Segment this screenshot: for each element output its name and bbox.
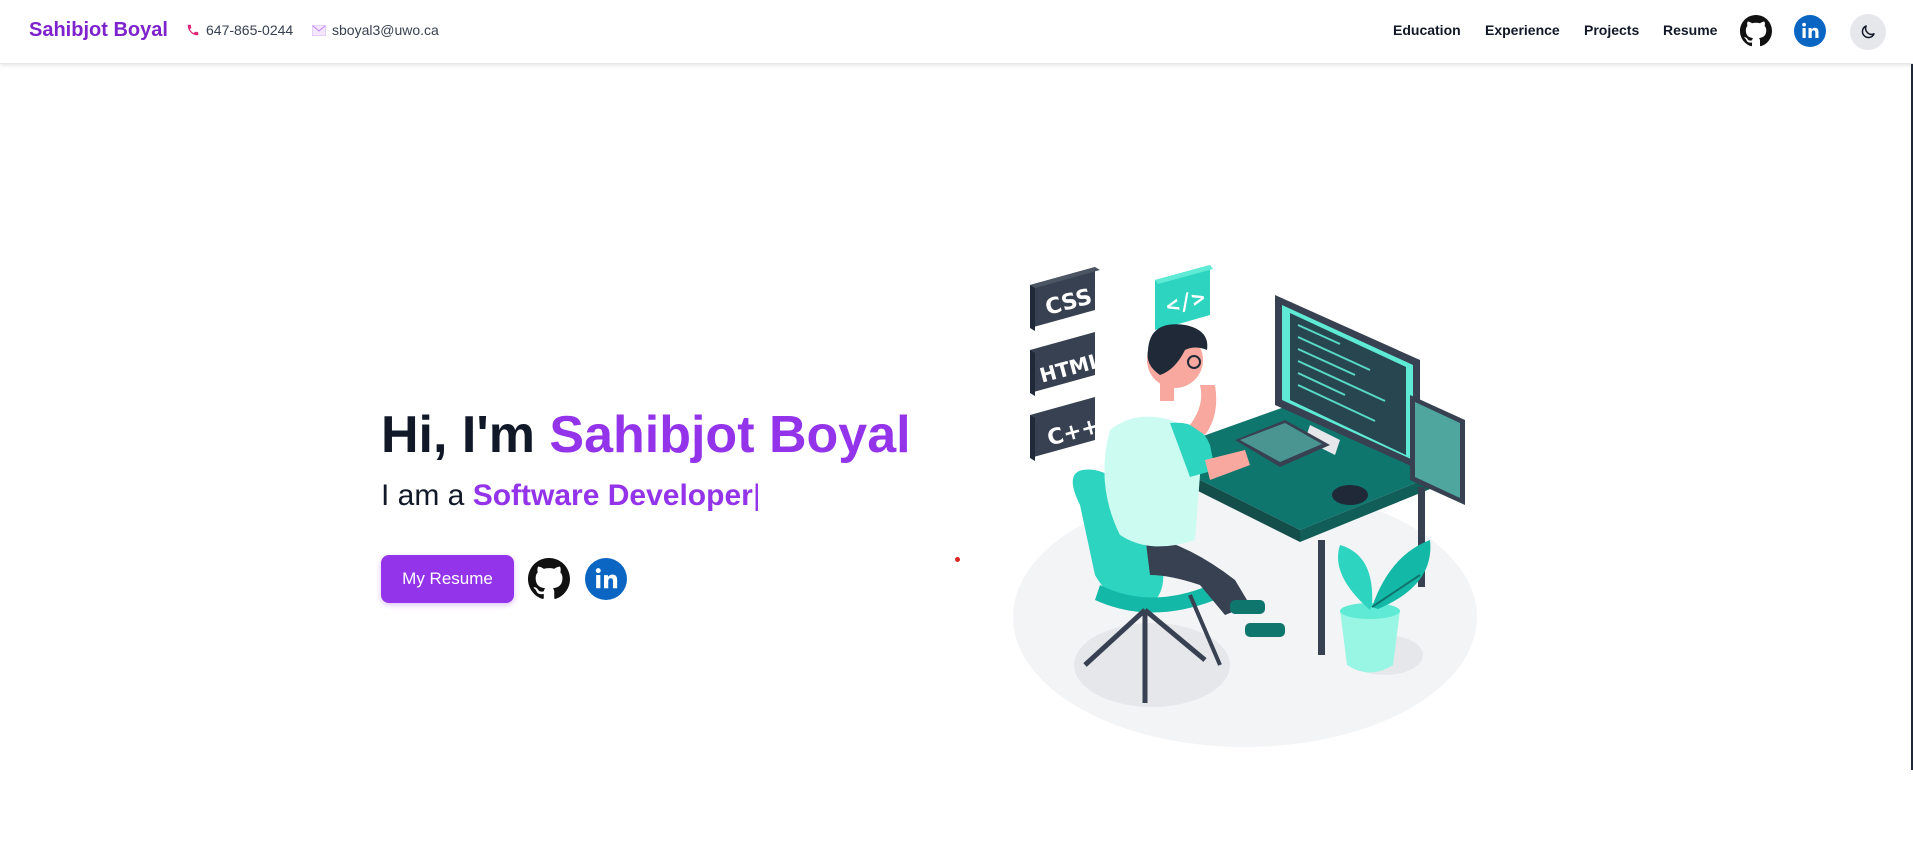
cursor-dot [955,557,960,562]
phone-icon [187,24,199,36]
email-contact: sboyal3@uwo.ca [312,22,439,38]
nav-link-education[interactable]: Education [1393,22,1461,38]
hero-subtitle: I am a Software Developer| [381,479,761,513]
mail-icon [312,24,326,36]
hero-role: Software Developer [472,479,753,512]
phone-contact: 647-865-0244 [186,22,293,38]
html-tag: HTML [1030,332,1104,396]
email-address[interactable]: sboyal3@uwo.ca [332,22,439,38]
moon-icon [1861,25,1875,39]
my-resume-button[interactable]: My Resume [381,555,514,603]
phone-number: 647-865-0244 [206,22,294,38]
nav-link-experience[interactable]: Experience [1485,22,1560,38]
brand-name[interactable]: Sahibjot Boyal [29,19,168,42]
nav-link-projects[interactable]: Projects [1584,22,1639,38]
typing-cursor: | [752,479,761,512]
hero-linkedin-icon[interactable] [585,558,627,600]
github-icon[interactable] [1740,15,1772,47]
subtitle-prefix: I am a [381,479,465,512]
hero-github-icon[interactable] [528,558,570,600]
hero-greeting: Hi, I'm [381,406,535,464]
developer-illustration: CSS HTML C++ </> [1013,265,1477,747]
linkedin-icon[interactable] [1794,15,1826,47]
hero-title: Hi, I'm Sahibjot Boyal [381,405,911,465]
cpp-tag: C++ [1030,397,1102,461]
top-navbar: Sahibjot Boyal 647-865-0244 sboyal3@uwo.… [0,0,1913,64]
css-tag: CSS [1030,267,1100,331]
hero-name: Sahibjot Boyal [549,406,911,464]
theme-toggle-button[interactable] [1850,14,1886,50]
nav-link-resume[interactable]: Resume [1663,22,1717,38]
